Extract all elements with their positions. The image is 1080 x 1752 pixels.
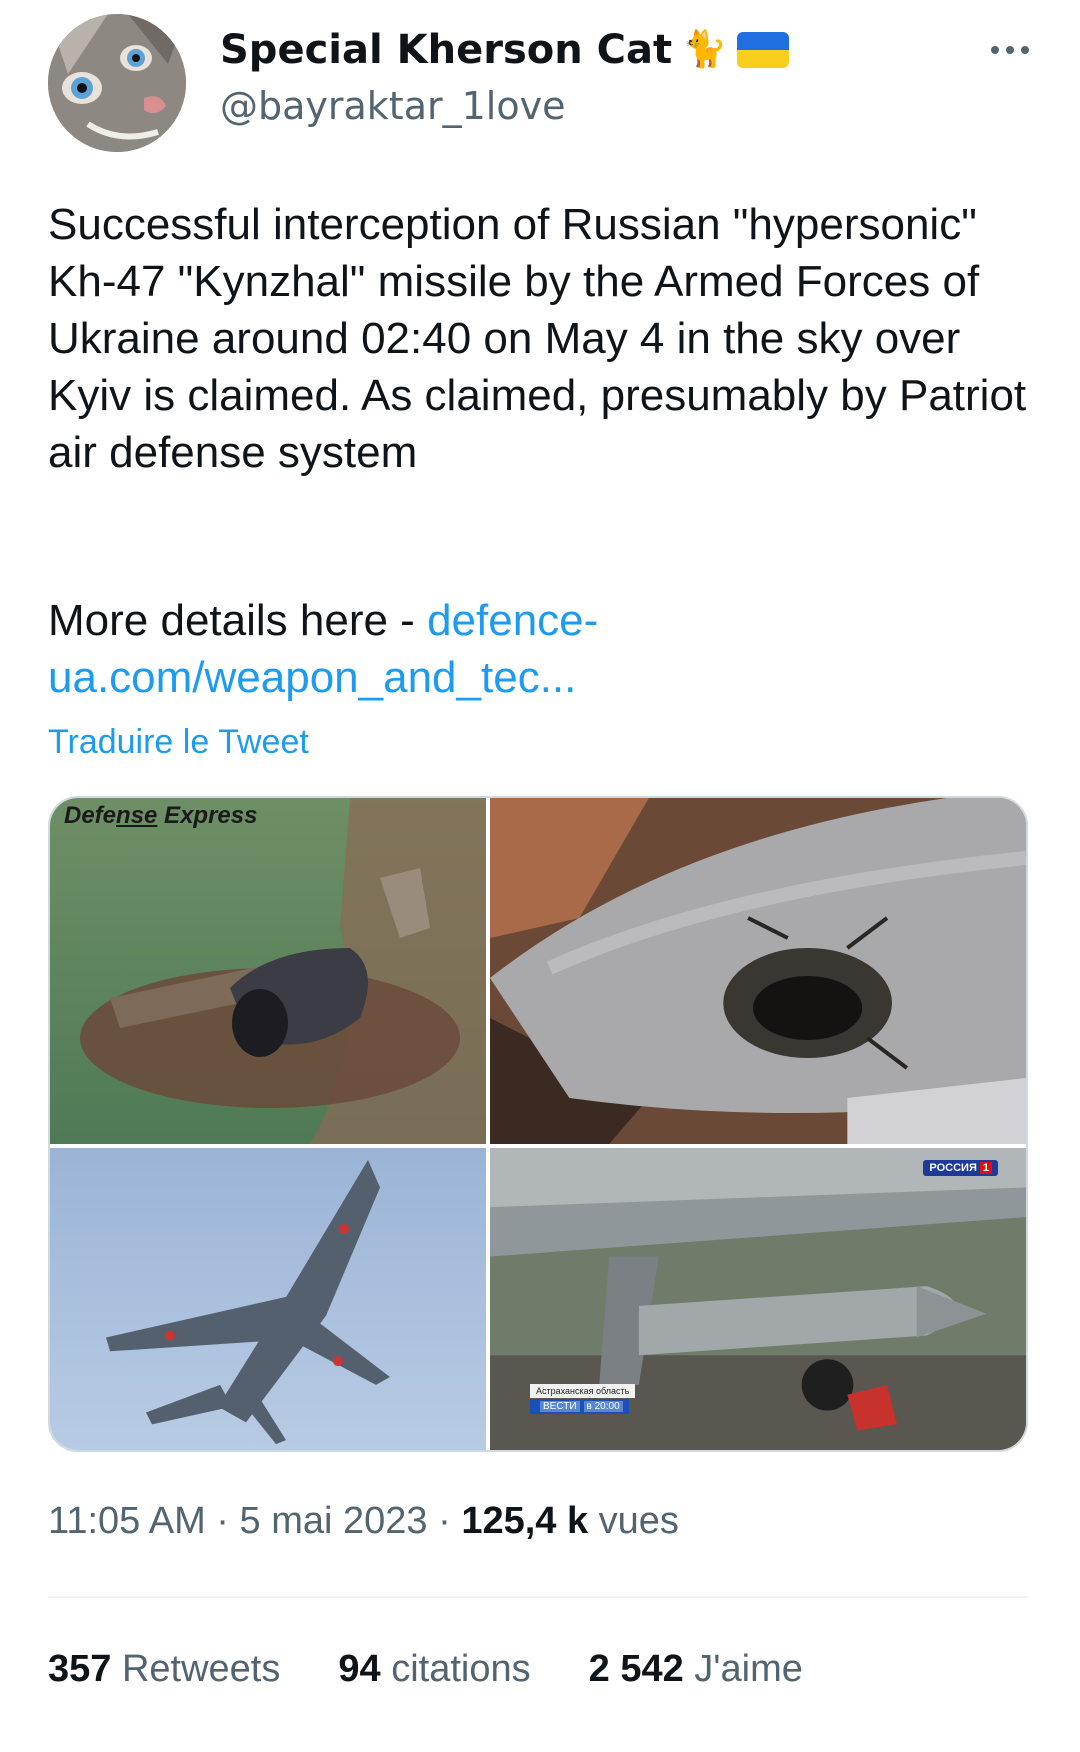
display-name[interactable]: Special Kherson Cat 🐈: [220, 24, 789, 76]
tweet-meta: 11:05 AM · 5 mai 2023 · 125,4 k vues: [48, 1500, 679, 1542]
photo-missile-under-jet[interactable]: РОССИЯ 1 Астраханская область ВЕСТИ в 20:0…: [490, 1148, 1026, 1450]
translate-tweet-link[interactable]: Traduire le Tweet: [48, 720, 309, 764]
tv-channel-logo: РОССИЯ 1: [923, 1160, 998, 1176]
more-options-icon[interactable]: [980, 30, 1040, 70]
views-label: vues: [588, 1500, 679, 1542]
divider: [48, 1596, 1028, 1598]
tweet-text: Successful interception of Russian "hype…: [48, 200, 1027, 477]
details-prefix: More details here -: [48, 596, 428, 645]
quotes-stat[interactable]: 94 citations: [338, 1644, 530, 1694]
tv-show-caption: ВЕСТИ в 20:00: [530, 1399, 629, 1414]
ukraine-flag-icon: [736, 32, 789, 68]
tv-region-caption: Астраханская область: [530, 1384, 636, 1398]
retweets-stat[interactable]: 357 Retweets: [48, 1644, 280, 1694]
tweet-date[interactable]: 5 mai 2023: [240, 1500, 428, 1542]
media-grid: Defense Express РОССИЯ 1 Астраханская об…: [48, 796, 1028, 1452]
avatar[interactable]: [48, 14, 186, 152]
details-line: More details here - defence-ua.com/weapo…: [48, 592, 1038, 706]
photo-mig31-jet[interactable]: [50, 1148, 486, 1450]
engagement-stats: 357 Retweets 94 citations 2 542 J'aime: [48, 1644, 803, 1694]
views-count: 125,4 k: [461, 1500, 589, 1542]
user-handle[interactable]: @bayraktar_1love: [220, 82, 565, 130]
likes-stat[interactable]: 2 542 J'aime: [589, 1644, 803, 1694]
display-name-text: Special Kherson Cat: [220, 27, 673, 73]
tweet-detail: Special Kherson Cat 🐈 @bayraktar_1love S…: [0, 0, 1080, 1752]
photo-crater-debris[interactable]: Defense Express: [50, 798, 486, 1144]
cat-emoji-icon: 🐈: [682, 29, 727, 70]
tweet-time[interactable]: 11:05 AM: [48, 1500, 206, 1542]
photo-missile-closeup[interactable]: [490, 798, 1026, 1144]
defense-express-watermark: Defense Express: [64, 802, 258, 829]
